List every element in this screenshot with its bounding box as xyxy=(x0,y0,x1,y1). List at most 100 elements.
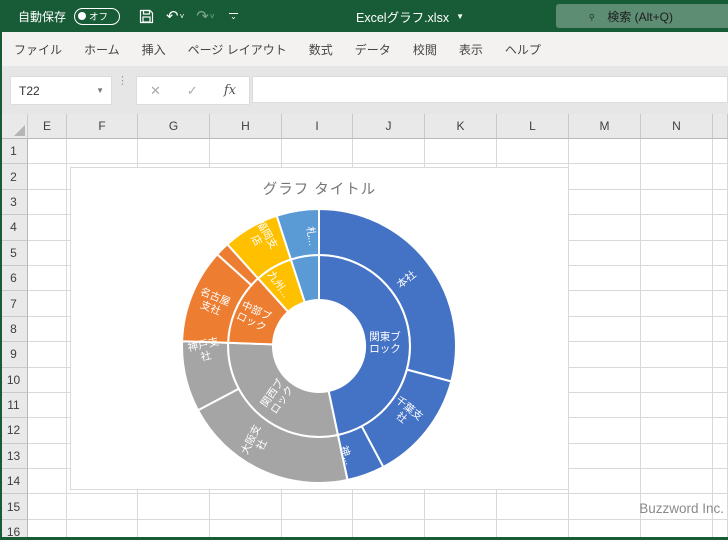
sheet-cell[interactable] xyxy=(353,494,425,519)
sheet-cell[interactable] xyxy=(28,164,67,189)
ribbon-tab-5[interactable]: データ xyxy=(344,32,402,66)
sheet-cell[interactable] xyxy=(713,418,728,443)
sheet-cell[interactable] xyxy=(641,444,713,469)
redo-button[interactable]: ↷ ˅ xyxy=(191,4,219,28)
sheet-cell[interactable] xyxy=(713,190,728,215)
sheet-cell[interactable] xyxy=(641,215,713,240)
sheet-cell[interactable] xyxy=(569,266,641,291)
sheet-cell[interactable] xyxy=(28,215,67,240)
sheet-cell[interactable] xyxy=(569,139,641,164)
sheet-cell[interactable] xyxy=(67,139,138,164)
sheet-cell[interactable] xyxy=(569,190,641,215)
ribbon-tab-1[interactable]: ホーム xyxy=(73,32,131,66)
enter-icon[interactable]: ✓ xyxy=(187,83,198,99)
sheet-cell[interactable] xyxy=(569,164,641,189)
sheet-cell[interactable] xyxy=(641,190,713,215)
sheet-cell[interactable] xyxy=(425,494,497,519)
sheet-cell[interactable] xyxy=(497,139,569,164)
ribbon-tab-2[interactable]: 挿入 xyxy=(131,32,177,66)
sheet-cell[interactable] xyxy=(28,469,67,494)
row-header-15[interactable]: 15 xyxy=(0,494,28,519)
row-header-7[interactable]: 7 xyxy=(0,291,28,316)
sheet-cell[interactable] xyxy=(569,393,641,418)
row-header-8[interactable]: 8 xyxy=(0,317,28,342)
sheet-cell[interactable] xyxy=(28,342,67,367)
column-header-G[interactable]: G xyxy=(138,114,210,139)
sheet-cell[interactable] xyxy=(569,342,641,367)
sheet-cell[interactable] xyxy=(282,139,353,164)
sheet-cell[interactable] xyxy=(28,393,67,418)
sheet-cell[interactable] xyxy=(28,190,67,215)
row-header-1[interactable]: 1 xyxy=(0,139,28,164)
sheet-cell[interactable] xyxy=(641,139,713,164)
sheet-cell[interactable] xyxy=(28,241,67,266)
customize-qat-button[interactable]: ⌄ xyxy=(222,4,246,28)
sheet-cell[interactable] xyxy=(641,469,713,494)
column-header-K[interactable]: K xyxy=(425,114,497,139)
sheet-cell[interactable] xyxy=(210,139,282,164)
sheet-cell[interactable] xyxy=(641,393,713,418)
sheet-cell[interactable] xyxy=(28,494,67,519)
sheet-cell[interactable] xyxy=(641,418,713,443)
column-header-N[interactable]: N xyxy=(641,114,713,139)
sheet-cell[interactable] xyxy=(28,139,67,164)
sheet-cell[interactable] xyxy=(641,241,713,266)
sheet-cell[interactable] xyxy=(713,393,728,418)
sheet-cell[interactable] xyxy=(713,215,728,240)
row-header-10[interactable]: 10 xyxy=(0,368,28,393)
sheet-cell[interactable] xyxy=(28,444,67,469)
sheet-cell[interactable] xyxy=(713,266,728,291)
search-box[interactable]: ⌕ 検索 (Alt+Q) xyxy=(556,4,728,28)
sheet-cell[interactable] xyxy=(569,291,641,316)
sheet-cell[interactable] xyxy=(713,139,728,164)
sheet-cell[interactable] xyxy=(138,494,210,519)
sheet-cell[interactable] xyxy=(713,317,728,342)
sheet-cell[interactable] xyxy=(641,164,713,189)
document-title[interactable]: Excelグラフ.xlsx ▼ xyxy=(356,0,464,32)
sheet-cell[interactable] xyxy=(569,241,641,266)
sheet-cell[interactable] xyxy=(713,368,728,393)
column-header-I[interactable]: I xyxy=(282,114,353,139)
sheet-cell[interactable] xyxy=(353,139,425,164)
ribbon-tab-4[interactable]: 数式 xyxy=(298,32,344,66)
sheet-cell[interactable] xyxy=(28,266,67,291)
sheet-cell[interactable] xyxy=(569,494,641,519)
sheet-cell[interactable] xyxy=(641,266,713,291)
sheet-cell[interactable] xyxy=(569,215,641,240)
sheet-cell[interactable] xyxy=(713,444,728,469)
ribbon-tab-8[interactable]: ヘルプ xyxy=(494,32,552,66)
ribbon-tab-3[interactable]: ページ レイアウト xyxy=(177,32,298,66)
sheet-cell[interactable] xyxy=(641,368,713,393)
sheet-cell[interactable] xyxy=(28,317,67,342)
ribbon-tab-7[interactable]: 表示 xyxy=(448,32,494,66)
sheet-cell[interactable] xyxy=(497,494,569,519)
sheet-cell[interactable] xyxy=(210,494,282,519)
insert-function-icon[interactable]: fx xyxy=(224,83,236,98)
sheet-cell[interactable] xyxy=(641,317,713,342)
row-header-13[interactable]: 13 xyxy=(0,444,28,469)
autosave-toggle[interactable]: オフ xyxy=(74,8,120,25)
sunburst-chart[interactable]: 関東ブロック本社千葉支社神...大阪支社関西ブロック神戸支社名古屋支社中部ブロッ… xyxy=(71,168,570,489)
sheet-cell[interactable] xyxy=(569,368,641,393)
sheet-cell[interactable] xyxy=(28,368,67,393)
column-header-H[interactable]: H xyxy=(210,114,282,139)
sheet-cell[interactable] xyxy=(67,494,138,519)
column-header-L[interactable]: L xyxy=(497,114,569,139)
sheet-cell[interactable] xyxy=(713,164,728,189)
sheet-cell[interactable] xyxy=(641,291,713,316)
column-header-J[interactable]: J xyxy=(353,114,425,139)
sheet-cell[interactable] xyxy=(713,469,728,494)
undo-button[interactable]: ↶ ˅ xyxy=(161,4,189,28)
chart-region[interactable]: グラフ タイトル 関東ブロック本社千葉支社神...大阪支社関西ブロック神戸支社名… xyxy=(70,167,569,490)
column-header-partial[interactable] xyxy=(713,114,728,139)
row-header-5[interactable]: 5 xyxy=(0,241,28,266)
sheet-cell[interactable] xyxy=(28,418,67,443)
sheet-cell[interactable] xyxy=(569,317,641,342)
ribbon-tab-6[interactable]: 校閲 xyxy=(402,32,448,66)
name-box[interactable]: T22 ▼ xyxy=(10,76,112,105)
sheet-cell[interactable] xyxy=(425,139,497,164)
row-header-11[interactable]: 11 xyxy=(0,393,28,418)
row-header-4[interactable]: 4 xyxy=(0,215,28,240)
save-button[interactable] xyxy=(134,4,159,28)
sheet-cell[interactable] xyxy=(713,291,728,316)
